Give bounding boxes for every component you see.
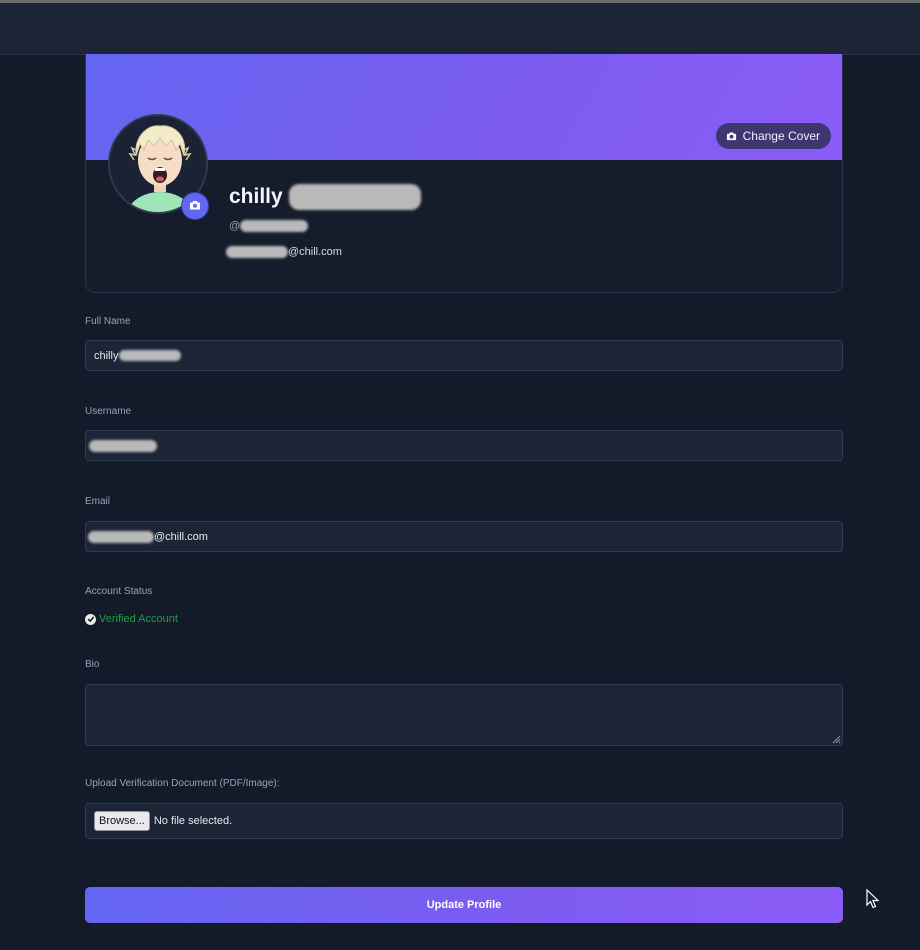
check-circle-icon	[85, 613, 96, 625]
account-status-label: Account Status	[85, 586, 153, 597]
email-label: Email	[85, 496, 111, 507]
account-status: Verified Account	[85, 613, 178, 625]
full-name-label: Full Name	[85, 316, 131, 327]
mouse-pointer-icon	[866, 888, 880, 914]
file-upload-field[interactable]: Browse... No file selected.	[85, 803, 843, 839]
change-cover-label: Change Cover	[742, 129, 820, 143]
resize-handle-icon[interactable]	[831, 734, 841, 744]
redacted-email-local	[226, 246, 288, 258]
email-field[interactable]: @chill.com	[85, 521, 843, 552]
camera-icon	[726, 131, 737, 141]
change-cover-button[interactable]: Change Cover	[715, 123, 831, 149]
profile-handle: @	[229, 220, 309, 232]
profile-header-card: Change Cover chilly @ @chill.com	[85, 54, 843, 293]
redacted-surname	[288, 184, 421, 210]
username-label: Username	[85, 406, 132, 417]
upload-label: Upload Verification Document (PDF/Image)…	[85, 778, 280, 789]
email-domain: @chill.com	[288, 246, 342, 258]
full-name-field[interactable]: chilly	[85, 340, 843, 371]
display-name-text: chilly	[229, 185, 283, 208]
username-field[interactable]	[85, 430, 843, 461]
redacted-username-value	[89, 439, 157, 452]
bio-textarea[interactable]	[85, 684, 843, 746]
no-file-text: No file selected.	[153, 815, 233, 827]
bio-label: Bio	[85, 659, 100, 670]
redacted-email-value	[88, 530, 154, 543]
profile-email: @chill.com	[226, 246, 342, 258]
redacted-full-name	[119, 350, 182, 361]
redacted-username	[240, 220, 309, 232]
update-profile-button[interactable]: Update Profile	[85, 887, 843, 923]
handle-prefix: @	[229, 220, 241, 232]
change-avatar-button[interactable]	[181, 192, 209, 220]
browse-button[interactable]: Browse...	[94, 811, 150, 831]
top-navigation-bar	[0, 3, 920, 55]
profile-display-name: chilly	[229, 184, 421, 210]
camera-icon	[189, 197, 201, 215]
full-name-value: chilly	[94, 349, 119, 362]
account-status-value: Verified Account	[99, 613, 178, 625]
email-value-domain: @chill.com	[154, 530, 208, 543]
